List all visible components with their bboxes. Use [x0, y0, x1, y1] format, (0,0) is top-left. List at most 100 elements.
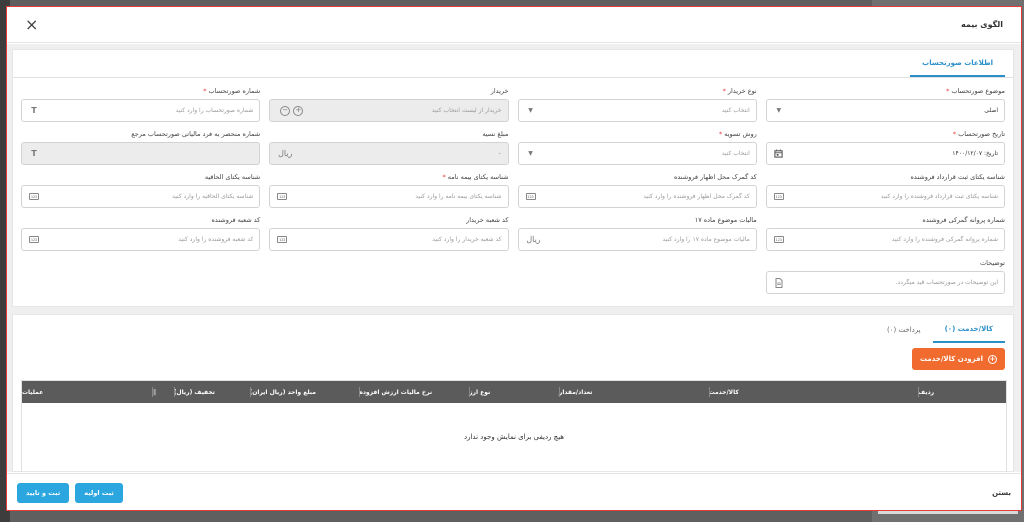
- rial-icon: ریال: [278, 149, 293, 158]
- number-badge: 123: [277, 236, 288, 243]
- invoice-number-input[interactable]: شماره صورتحساب را وارد کنید T: [21, 99, 261, 122]
- number-badge: 123: [29, 236, 39, 243]
- settlement-method-input[interactable]: انتخاب کنید ▼: [517, 142, 757, 165]
- insurance-policy-id-field: شناسه یکتای بیمه نامه* شناسه یکتای بیمه ن…: [269, 172, 509, 208]
- reference-tax-id-input: T: [21, 142, 261, 165]
- add-goods-service-button[interactable]: + افزودن کالا/خدمت: [912, 348, 1005, 370]
- required-asterisk: *: [946, 87, 950, 95]
- invoice-subject-input[interactable]: اصلی ▼: [765, 99, 1005, 122]
- buyer-label: خریدار: [269, 86, 509, 97]
- number-123-icon: 123: [276, 193, 288, 200]
- seller-customs-license-field: شماره پروانه گمرکی فروشنده شماره پروانه گ…: [765, 215, 1005, 251]
- buyer-type-input[interactable]: انتخاب کنید ▼: [517, 99, 757, 122]
- invoice-subject-label: موضوع صورتحساب*: [766, 86, 1005, 97]
- empty-table-message: هیچ ردیفی برای نمایش وجود ندارد: [463, 433, 564, 441]
- text-t-icon: T: [31, 149, 37, 158]
- credit-amount-label: مبلغ نسیه: [269, 129, 508, 140]
- description-input[interactable]: این توضیحات در صورتحساب قید میگردد.: [765, 271, 1005, 294]
- addendum-id-value: شناسه یکتای الحاقیه را وارد کنید: [172, 193, 254, 200]
- number-123-icon: 123: [276, 236, 288, 243]
- close-button[interactable]: بستن: [992, 489, 1011, 497]
- field-label-text: شناسه یکتای الحاقیه: [204, 173, 261, 181]
- chevron-down-icon: ▼: [776, 107, 782, 114]
- items-table: ردیف کالا/خدمت تعداد/مقدار نوع ارز نرخ مالیا…: [21, 380, 1007, 472]
- add-goods-service-label: افزودن کالا/خدمت: [920, 355, 983, 363]
- save-confirm-button[interactable]: ثبت و تایید: [17, 483, 70, 503]
- reference-tax-id-field: شماره منحصر به فرد مالیاتی صورتحساب مرجع…: [21, 129, 261, 165]
- seller-customs-license-label: شماره پروانه گمرکی فروشنده: [766, 215, 1005, 226]
- addendum-id-field: شناسه یکتای الحاقیه شناسه یکتای الحاقیه ر…: [21, 172, 261, 208]
- seller-branch-code-field: کد شعبه فروشنده کد شعبه فروشنده را وارد ک…: [21, 215, 261, 251]
- invoice-date-value: تاریخ: ۱۴۰۰/۱۲/۰۷: [952, 150, 998, 157]
- footer-buttons: ثبت اولیه ثبت و تایید: [17, 483, 123, 503]
- buyer-branch-code-label: کد شعبه خریدار: [269, 215, 508, 226]
- field-label-text: شماره صورتحساب: [208, 87, 261, 95]
- number-badge: 123: [277, 193, 288, 200]
- number-badge: 123: [525, 193, 536, 200]
- number-123-icon: 123: [28, 236, 40, 243]
- field-label-text: شناسه یکتای ثبت قرارداد فروشنده: [910, 173, 1005, 181]
- field-label-text: کد گمرک محل اظهار فروشنده: [673, 173, 757, 181]
- add-circle-icon[interactable]: +: [293, 105, 304, 116]
- buyer-type-value: انتخاب کنید: [721, 107, 750, 114]
- field-label-text: مالیات موضوع ماده ۱۷: [694, 216, 757, 224]
- seller-branch-code-label: کد شعبه فروشنده: [21, 215, 261, 226]
- buyer-branch-code-input[interactable]: کد شعبه خریدار را وارد کنید 123: [269, 228, 509, 251]
- col-actions: عملیات: [21, 388, 44, 396]
- number-badge: 123: [773, 193, 784, 200]
- invoice-tabs: اطلاعات صورتحساب: [13, 50, 1013, 78]
- tab-payments[interactable]: پرداخت (۰): [875, 316, 933, 343]
- field-label-text: شماره پروانه گمرکی فروشنده: [922, 216, 1005, 224]
- seller-contract-id-field: شناسه یکتای ثبت قرارداد فروشنده شناسه یکت…: [765, 172, 1005, 208]
- chevron-down-icon: ▼: [528, 107, 533, 114]
- close-icon[interactable]: ×: [25, 16, 38, 33]
- description-label: توضیحات: [766, 258, 1005, 269]
- items-card: کالا/خدمت (۰) پرداخت (۰) + افزودن کالا/خ…: [12, 314, 1014, 472]
- number-123-icon: 123: [773, 236, 785, 243]
- article17-tax-value: مالیات موضوع ماده ۱۷ را وارد کنید: [662, 236, 750, 243]
- description-field: توضیحات این توضیحات در صورتحساب قید میگرد…: [765, 258, 1005, 294]
- article17-tax-field: مالیات موضوع ماده ۱۷ مالیات موضوع ماده ۱۷…: [517, 215, 757, 251]
- buyer-type-field: نوع خریدار* انتخاب کنید ▼: [517, 86, 757, 122]
- field-label-text: مبلغ نسیه: [482, 130, 509, 138]
- field-label-text: شماره منحصر به فرد مالیاتی صورتحساب مرجع: [131, 130, 261, 138]
- tab-goods-services[interactable]: کالا/خدمت (۰): [932, 316, 1005, 343]
- credit-amount-value: ۰: [498, 150, 502, 157]
- insurance-policy-id-label: شناسه یکتای بیمه نامه*: [269, 172, 509, 183]
- article17-tax-input[interactable]: مالیات موضوع ماده ۱۷ را وارد کنید ریال: [517, 228, 757, 251]
- invoice-number-value: شماره صورتحساب را وارد کنید: [175, 107, 254, 114]
- field-label-text: کد شعبه خریدار: [466, 216, 509, 224]
- addendum-id-label: شناسه یکتای الحاقیه: [21, 172, 260, 183]
- invoice-form: موضوع صورتحساب* اصلی ▼ نوع خریدار* انتخاب کن…: [13, 78, 1013, 294]
- text-t-icon: T: [31, 106, 37, 115]
- tab-invoice-info[interactable]: اطلاعات صورتحساب: [910, 50, 1005, 77]
- seller-contract-id-value: شناسه یکتای ثبت قرارداد فروشنده را وارد …: [880, 193, 998, 200]
- save-draft-button[interactable]: ثبت اولیه: [75, 483, 123, 503]
- invoice-date-input[interactable]: تاریخ: ۱۴۰۰/۱۲/۰۷: [765, 142, 1005, 165]
- seller-branch-code-input[interactable]: کد شعبه فروشنده را وارد کنید 123: [21, 228, 261, 251]
- number-123-icon: 123: [773, 193, 785, 200]
- invoice-info-card: اطلاعات صورتحساب موضوع صورتحساب* اصلی ▼ نوع…: [12, 49, 1014, 307]
- col-vat-rate: نرخ مالیات ارزش افزوده: [359, 381, 469, 403]
- seller-customs-code-label: کد گمرک محل اظهار فروشنده: [518, 172, 757, 183]
- remove-circle-icon[interactable]: −: [280, 105, 291, 116]
- number-123-icon: 123: [525, 193, 537, 200]
- seller-contract-id-input[interactable]: شناسه یکتای ثبت قرارداد فروشنده را وارد …: [765, 185, 1005, 208]
- modal-header: الگوی بیمه ×: [7, 7, 1021, 43]
- seller-branch-code-value: کد شعبه فروشنده را وارد کنید: [178, 236, 254, 243]
- insurance-policy-id-input[interactable]: شناسه یکتای بیمه نامه را وارد کنید 123: [269, 185, 509, 208]
- seller-customs-license-input[interactable]: شماره پروانه گمرکی فروشنده را وارد کنید 1…: [765, 228, 1005, 251]
- insurance-template-modal: الگوی بیمه × اطلاعات صورتحساب موضوع صورت…: [6, 6, 1022, 511]
- seller-customs-code-input[interactable]: کد گمرک محل اظهار فروشنده را وارد کنید 12…: [517, 185, 757, 208]
- col-row: ردیف: [918, 381, 1006, 403]
- addendum-id-input[interactable]: شناسه یکتای الحاقیه را وارد کنید 123: [21, 185, 261, 208]
- col-divider: ||: [151, 381, 174, 403]
- buyer-branch-code-field: کد شعبه خریدار کد شعبه خریدار را وارد کنی…: [269, 215, 509, 251]
- col-currency: نوع ارز: [469, 381, 559, 403]
- reference-tax-id-label: شماره منحصر به فرد مالیاتی صورتحساب مرجع: [21, 129, 260, 140]
- calendar-icon: [773, 149, 785, 158]
- items-table-header: ردیف کالا/خدمت تعداد/مقدار نوع ارز نرخ مالیا…: [22, 381, 1006, 403]
- field-label-text: شناسه یکتای بیمه نامه: [447, 173, 509, 181]
- required-asterisk: *: [718, 130, 723, 138]
- rial-icon: ریال: [526, 235, 541, 244]
